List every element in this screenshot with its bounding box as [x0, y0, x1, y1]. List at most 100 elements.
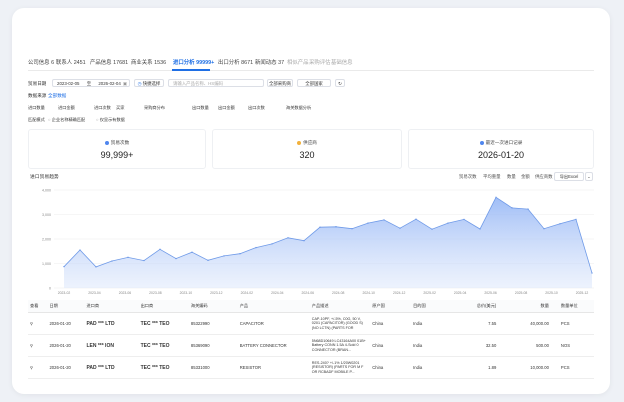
chart-metric-quantity[interactable]: 数量 [507, 174, 516, 180]
tab-procurement[interactable]: 采购评估 [309, 58, 331, 66]
filter-export-amount[interactable]: 出口金额 [218, 105, 235, 111]
data-point[interactable] [415, 218, 417, 220]
match-mode-label: 匹配模式 [28, 117, 45, 122]
filter-buyer[interactable]: 买家 [116, 105, 124, 111]
col-date: 日期 [47, 300, 85, 313]
data-point[interactable] [575, 218, 577, 221]
tab-basic-info[interactable]: 基础信息 [331, 58, 353, 66]
data-point[interactable] [159, 248, 161, 250]
tab-company-info[interactable]: 公司信息 6 [28, 58, 54, 66]
tab-news[interactable]: 新闻动态 37 [255, 58, 284, 66]
chart-metric-trade-count[interactable]: 贸易次数 [459, 174, 477, 180]
reset-button[interactable]: ↻ [335, 79, 345, 87]
data-point[interactable] [543, 228, 545, 230]
link-icon[interactable]: ⚲ [28, 312, 48, 335]
table-row[interactable]: ⚲ 2026-01-20 PAD *** LTD TEC *** TEO 853… [28, 312, 594, 335]
data-source-link[interactable]: 全部数据 [48, 93, 66, 99]
data-point[interactable] [63, 265, 65, 268]
filter-import-qty[interactable]: 进口数量 [28, 105, 45, 111]
data-point[interactable] [383, 219, 385, 221]
data-point[interactable] [191, 251, 193, 253]
product-link[interactable]: RESISTOR [237, 356, 310, 379]
filter-import-amount[interactable]: 进口金额 [58, 105, 75, 111]
col-product: 产品 [237, 300, 310, 313]
col-quantity: 数量 [498, 300, 551, 313]
data-point[interactable] [527, 208, 529, 210]
tab-similar-products[interactable]: 相似产品 [287, 58, 309, 66]
data-point[interactable] [431, 228, 433, 230]
data-point[interactable] [239, 253, 241, 255]
has-data-option[interactable]: ○ 仅显示有数据 [96, 117, 125, 123]
data-point[interactable] [591, 272, 593, 274]
chart-metric-amount[interactable]: 金额 [521, 174, 530, 180]
exporter-link[interactable]: TEC *** TEO [138, 356, 189, 379]
data-point[interactable] [367, 222, 369, 224]
data-point[interactable] [255, 246, 257, 249]
link-icon[interactable]: ⚲ [28, 334, 48, 357]
tab-import-analysis[interactable]: 进口分析 99999+ [173, 58, 214, 66]
data-point[interactable] [79, 249, 81, 251]
filter-customs-analysis[interactable]: 海关数据分析 [286, 105, 311, 111]
data-point[interactable] [143, 259, 145, 262]
data-point[interactable] [271, 243, 273, 245]
table-header-row: 查看 日期 进口商 出口商 海关编码 产品 产品描述 原产国 目的国 总价(美元… [28, 300, 594, 313]
filter-export-count[interactable]: 出口次数 [248, 105, 265, 111]
data-point[interactable] [335, 226, 337, 228]
filter-import-count[interactable]: 进口次数 [94, 105, 111, 111]
partner-select[interactable]: 全部采购商 [267, 79, 293, 87]
data-point[interactable] [319, 226, 321, 228]
match-exact-option[interactable]: ○ 企业名称精确匹配 [48, 117, 85, 123]
data-point[interactable] [495, 196, 497, 199]
exporter-link[interactable]: TEC *** TEO [138, 312, 189, 335]
y-tick-label: 4,000 [42, 188, 51, 192]
quick-select-button[interactable]: ◷ 快捷选择 [134, 79, 164, 87]
table-row[interactable]: ⚲ 2026-01-20 LEN *** ION TEC *** TEO 853… [28, 334, 594, 357]
importer-link[interactable]: PAD *** LTD [84, 356, 139, 379]
exporter-link[interactable]: TEC *** TEO [138, 334, 189, 357]
link-icon[interactable]: ⚲ [28, 356, 48, 379]
data-point[interactable] [127, 256, 129, 259]
x-tick-label: 2023-04 [88, 291, 101, 295]
filter-export-qty[interactable]: 出口数量 [192, 105, 209, 111]
main-card: 公司信息 6 联系人 2451 产品信息 17681 商业关系 1536 进口分… [12, 8, 610, 394]
data-point[interactable] [287, 237, 289, 239]
y-tick-label: 0 [49, 286, 51, 290]
importer-link[interactable]: PAD *** LTD [84, 312, 139, 335]
date-range-input[interactable]: 2023-02-05 至 2026-02-04 ▣ [52, 79, 130, 87]
data-point[interactable] [479, 228, 481, 230]
data-point[interactable] [303, 240, 305, 242]
product-search-input[interactable]: 请输入产品名称、HS编码 [168, 79, 264, 87]
export-dropdown[interactable]: ⌄ [585, 172, 593, 181]
table-row[interactable]: ⚲ 2026-01-20 PAD *** LTD TEC *** TEO 853… [28, 356, 594, 379]
data-point[interactable] [463, 218, 465, 221]
import-trend-chart: 0 1,000 2,000 3,000 4,000 2023-02 2023-04 2023… [42, 188, 594, 295]
product-link[interactable]: CAPACITOR [237, 312, 310, 335]
data-point[interactable] [111, 260, 113, 262]
data-point[interactable] [399, 227, 401, 229]
data-point[interactable] [95, 266, 97, 268]
filter-buyer-distribution[interactable]: 采购商分布 [144, 105, 165, 111]
data-point[interactable] [447, 222, 449, 224]
data-point[interactable] [207, 259, 209, 262]
data-point[interactable] [511, 207, 513, 209]
y-tick-label: 2,000 [42, 237, 51, 241]
trend-area [64, 197, 592, 288]
tab-export-analysis[interactable]: 出口分析 8671 [218, 58, 253, 66]
radio-icon: ○ [96, 117, 99, 122]
importer-link[interactable]: LEN *** ION [84, 334, 139, 357]
data-point[interactable] [351, 228, 353, 230]
x-tick-label: 2024-12 [393, 291, 406, 295]
country-select[interactable]: 全部国家 [297, 79, 331, 87]
calendar-icon: ▣ [122, 81, 127, 86]
data-point[interactable] [175, 257, 177, 260]
data-point[interactable] [223, 255, 225, 257]
export-excel-button[interactable]: 导出Excel [554, 172, 584, 181]
tab-contacts[interactable]: 联系人 2451 [56, 58, 86, 66]
chart-metric-suppliers[interactable]: 供应商数 [535, 174, 553, 180]
chart-metric-avg-weight[interactable]: 平均重量 [483, 174, 501, 180]
product-link[interactable]: BATTERY CONNECTOR [237, 334, 310, 357]
tab-products[interactable]: 产品信息 17681 [90, 58, 128, 66]
tab-business-relations[interactable]: 商业关系 1536 [131, 58, 166, 66]
clock-icon: ◷ [137, 81, 142, 86]
data-point[interactable] [559, 223, 561, 225]
